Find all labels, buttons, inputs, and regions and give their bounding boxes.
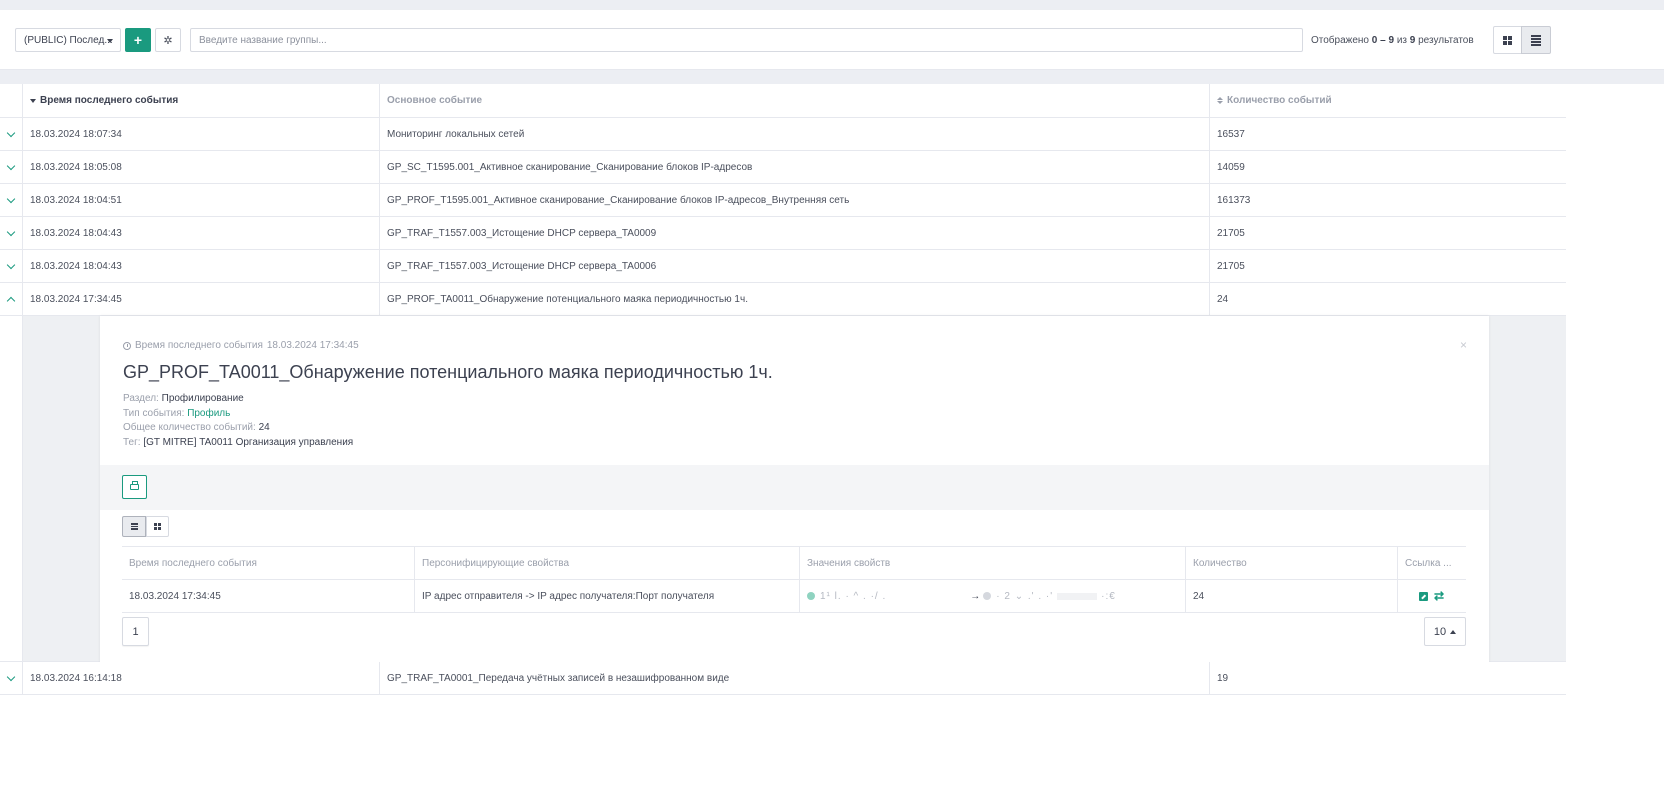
list-view-icon xyxy=(1531,34,1541,46)
row-time: 18.03.2024 18:04:43 xyxy=(23,250,380,282)
row-count: 14059 xyxy=(1217,161,1245,173)
print-button[interactable] xyxy=(122,475,147,499)
detail-title: GP_PROF_TA0011_Обнаружение потенциальног… xyxy=(123,362,773,382)
collapse-toggle[interactable] xyxy=(0,283,23,315)
row-event: GP_PROF_T1595.001_Активное сканирование_… xyxy=(380,184,1210,216)
chevron-down-icon xyxy=(6,672,16,681)
expand-toggle[interactable] xyxy=(0,217,23,249)
results-suffix: результатов xyxy=(1418,35,1474,46)
column-header-event: Основное событие xyxy=(380,84,1210,117)
expand-toggle[interactable] xyxy=(0,250,23,282)
table-row[interactable]: 18.03.2024 18:04:43 GP_TRAF_T1557.003_Ис… xyxy=(0,250,1566,283)
results-summary: Отображено 0 – 9 из 9 результатов xyxy=(1311,35,1474,46)
detail-actions-band xyxy=(100,465,1489,510)
expand-toggle[interactable] xyxy=(0,118,23,150)
table-row[interactable]: 18.03.2024 16:14:18 GP_TRAF_TA0001_Перед… xyxy=(0,662,1566,695)
results-mid: из xyxy=(1396,35,1407,46)
page-1-button[interactable]: 1 xyxy=(122,617,149,646)
grid-view-button[interactable] xyxy=(1493,26,1522,54)
sub-list-view-button[interactable] xyxy=(122,516,146,537)
chevron-down-icon xyxy=(6,227,16,236)
external-link-icon[interactable] xyxy=(1419,591,1428,601)
table-row-expanded[interactable]: 18.03.2024 17:34:45 GP_PROF_TA0011_Обнар… xyxy=(0,283,1566,316)
events-table: Время последнего события Основное событи… xyxy=(0,84,1566,695)
caret-down-icon xyxy=(107,39,113,43)
clock-icon xyxy=(123,341,131,350)
row-event: GP_TRAF_T1557.003_Истощение DHCP сервера… xyxy=(380,250,1210,282)
total-count: 24 xyxy=(258,422,270,433)
results-prefix: Отображено xyxy=(1311,35,1369,46)
separator xyxy=(0,70,1664,84)
printer-icon xyxy=(130,481,139,490)
row-time: 18.03.2024 18:04:43 xyxy=(23,217,380,249)
chevron-down-icon xyxy=(6,194,16,203)
row-event: GP_TRAF_TA0001_Передача учётных записей … xyxy=(380,662,1210,694)
detail-subtable: Время последнего события Персонифицирующ… xyxy=(122,546,1466,613)
expand-toggle[interactable] xyxy=(0,662,23,694)
property-values: 1¹ l. · ^ . ·/ . → · 2 ⌄ .' . ·' ·:€ xyxy=(800,580,1186,612)
row-count: 21705 xyxy=(1217,260,1245,272)
row-count: 161373 xyxy=(1217,194,1251,206)
row-count: 16537 xyxy=(1217,128,1245,140)
event-type-link[interactable]: Профиль xyxy=(187,408,230,419)
close-icon[interactable]: × xyxy=(1460,338,1467,352)
group-select-label: (PUBLIC) Послед... xyxy=(24,34,113,46)
top-strip xyxy=(0,0,1664,10)
sort-desc-icon xyxy=(30,98,36,103)
detail-time: Время последнего события 18.03.2024 17:3… xyxy=(123,340,359,351)
grid-view-icon xyxy=(154,523,161,530)
expand-toggle[interactable] xyxy=(0,184,23,216)
row-count: 21705 xyxy=(1217,227,1245,239)
row-count: 24 xyxy=(1217,293,1229,305)
subtable-header: Время последнего события Персонифицирующ… xyxy=(122,547,1466,580)
group-search-input[interactable] xyxy=(190,28,1303,52)
row-time: 18.03.2024 18:05:08 xyxy=(23,151,380,183)
sort-icon xyxy=(1217,97,1223,104)
list-view-button[interactable] xyxy=(1521,26,1551,54)
gear-icon: ✲ xyxy=(163,34,173,47)
toolbar: (PUBLIC) Послед... + ✲ Отображено 0 – 9 … xyxy=(0,10,1664,70)
row-event: GP_SC_T1595.001_Активное сканирование_Ск… xyxy=(380,151,1210,183)
settings-button[interactable]: ✲ xyxy=(155,28,181,52)
table-row[interactable]: 18.03.2024 18:04:51 GP_PROF_T1595.001_Ак… xyxy=(0,184,1566,217)
chevron-down-icon xyxy=(6,260,16,269)
tag-value: [GT MITRE] TA0011 Организация управления xyxy=(143,436,354,448)
table-row[interactable]: 18.03.2024 18:07:34 Мониторинг локальных… xyxy=(0,118,1566,151)
row-event: GP_PROF_TA0011_Обнаружение потенциальног… xyxy=(380,283,1210,315)
redacted-block xyxy=(1057,592,1098,600)
row-event: GP_TRAF_T1557.003_Истощение DHCP сервера… xyxy=(380,217,1210,249)
row-count: 19 xyxy=(1217,672,1229,684)
column-header-time[interactable]: Время последнего события xyxy=(23,84,380,117)
row-time: 18.03.2024 18:07:34 xyxy=(23,118,380,150)
status-dot-icon xyxy=(983,592,992,600)
group-select[interactable]: (PUBLIC) Послед... xyxy=(15,28,121,52)
status-dot-icon xyxy=(807,592,815,600)
detail-meta: Раздел: Профилирование Тип события: Проф… xyxy=(123,393,354,448)
column-header-count[interactable]: Количество событий xyxy=(1210,84,1566,117)
row-time: 18.03.2024 16:14:18 xyxy=(23,662,380,694)
table-header: Время последнего события Основное событи… xyxy=(0,84,1566,118)
section-value: Профилирование xyxy=(161,393,244,404)
row-detail-area: Время последнего события 18.03.2024 17:3… xyxy=(0,316,1566,662)
add-group-button[interactable]: + xyxy=(125,28,151,52)
table-row[interactable]: 18.03.2024 18:05:08 GP_SC_T1595.001_Акти… xyxy=(0,151,1566,184)
expand-toggle[interactable] xyxy=(0,151,23,183)
row-time: 18.03.2024 17:34:45 xyxy=(23,283,380,315)
results-range: 0 – 9 xyxy=(1371,35,1395,46)
row-event: Мониторинг локальных сетей xyxy=(380,118,1210,150)
caret-up-icon xyxy=(1450,629,1457,634)
sub-grid-view-button[interactable] xyxy=(146,516,169,537)
grid-view-icon xyxy=(1503,35,1512,45)
table-row[interactable]: 18.03.2024 18:04:43 GP_TRAF_T1557.003_Ис… xyxy=(0,217,1566,250)
chevron-down-icon xyxy=(6,128,16,137)
swap-icon[interactable]: ⇄ xyxy=(1434,590,1444,602)
subtable-row[interactable]: 18.03.2024 17:34:45 IP адрес отправителя… xyxy=(122,580,1466,613)
results-total: 9 xyxy=(1409,35,1416,46)
chevron-down-icon xyxy=(6,161,16,170)
row-time: 18.03.2024 18:04:51 xyxy=(23,184,380,216)
page-size-select[interactable]: 10 xyxy=(1424,617,1466,646)
list-view-icon xyxy=(130,523,138,530)
chevron-up-icon xyxy=(6,296,16,305)
